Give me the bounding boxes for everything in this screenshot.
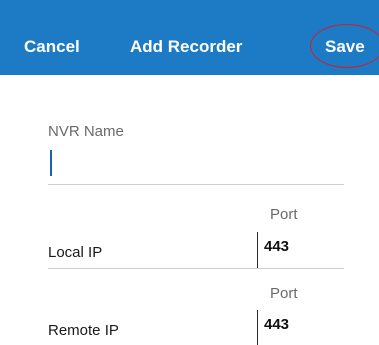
local-ip-port-value: 443 bbox=[264, 238, 290, 255]
remote-ip-port-value: 443 bbox=[264, 316, 290, 333]
page-title: Add Recorder bbox=[130, 37, 243, 56]
remote-ip-input[interactable] bbox=[48, 308, 253, 345]
local-ip-divider bbox=[257, 232, 258, 268]
remote-ip-port-label: Port bbox=[270, 285, 298, 302]
cancel-button[interactable]: Cancel bbox=[24, 36, 80, 58]
local-ip-port-label: Port bbox=[270, 206, 298, 223]
save-button[interactable]: Save bbox=[325, 36, 365, 58]
nvr-name-input[interactable] bbox=[48, 145, 344, 183]
text-cursor bbox=[50, 150, 52, 176]
local-ip-input[interactable] bbox=[48, 228, 253, 268]
remote-ip-divider bbox=[257, 310, 258, 345]
local-ip-underline bbox=[48, 268, 344, 269]
nvr-name-label: NVR Name bbox=[48, 123, 124, 140]
nvr-name-underline bbox=[48, 184, 344, 185]
top-navigation-bar: Cancel Add Recorder Save bbox=[0, 0, 379, 75]
